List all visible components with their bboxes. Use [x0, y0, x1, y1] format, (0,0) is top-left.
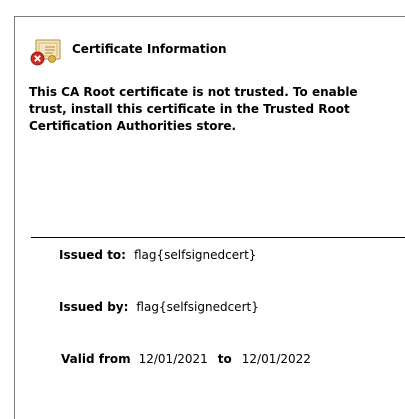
certificate-error-icon	[30, 39, 61, 66]
issued-by-value: flag{selfsignedcert}	[136, 300, 259, 314]
issued-by-label: Issued by:	[59, 300, 129, 314]
issued-to-row: Issued to: flag{selfsignedcert}	[59, 248, 256, 262]
issued-to-value: flag{selfsignedcert}	[133, 248, 257, 262]
valid-from-value: 12/01/2021	[138, 352, 208, 366]
trust-warning-text: This CA Root certificate is not trusted.…	[29, 85, 358, 133]
valid-to-label: to	[217, 352, 232, 366]
valid-to-value: 12/01/2022	[241, 352, 311, 366]
validity-row: Valid from 12/01/2021 to 12/01/2022	[61, 352, 311, 366]
certificate-title: Certificate Information	[72, 42, 227, 56]
details-separator	[31, 237, 405, 238]
valid-from-label: Valid from	[61, 352, 131, 366]
certificate-header: Certificate Information	[16, 19, 386, 69]
issued-to-label: Issued to:	[59, 248, 126, 262]
issued-by-row: Issued by: flag{selfsignedcert}	[59, 300, 259, 314]
